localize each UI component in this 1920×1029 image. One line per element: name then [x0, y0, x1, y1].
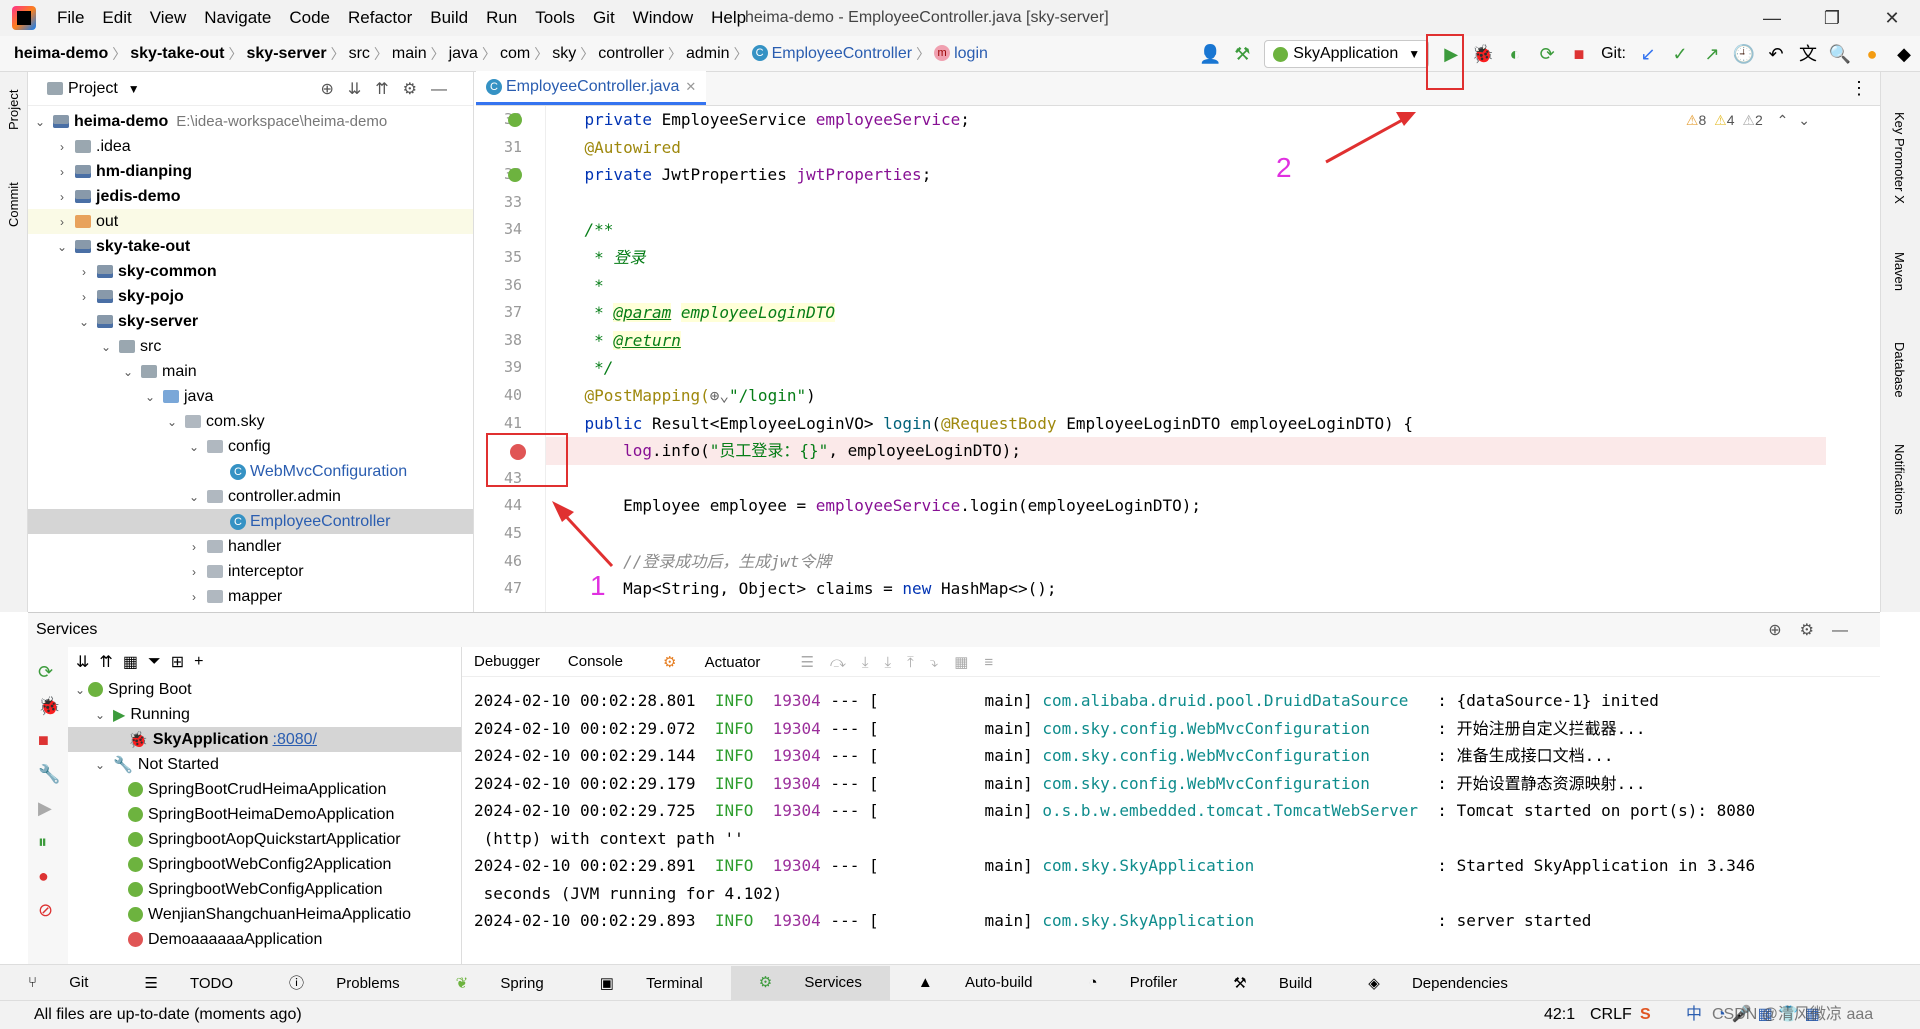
- arrow-to-breakpoint: [558, 508, 614, 568]
- annotation-arrows: [552, 112, 1416, 568]
- annotation-number-1: 1: [590, 570, 606, 601]
- arrow-head: [552, 501, 574, 522]
- arrow-to-debug: [1325, 116, 1407, 164]
- arrow-head: [1396, 112, 1416, 126]
- annotation-number-2: 2: [1276, 152, 1292, 183]
